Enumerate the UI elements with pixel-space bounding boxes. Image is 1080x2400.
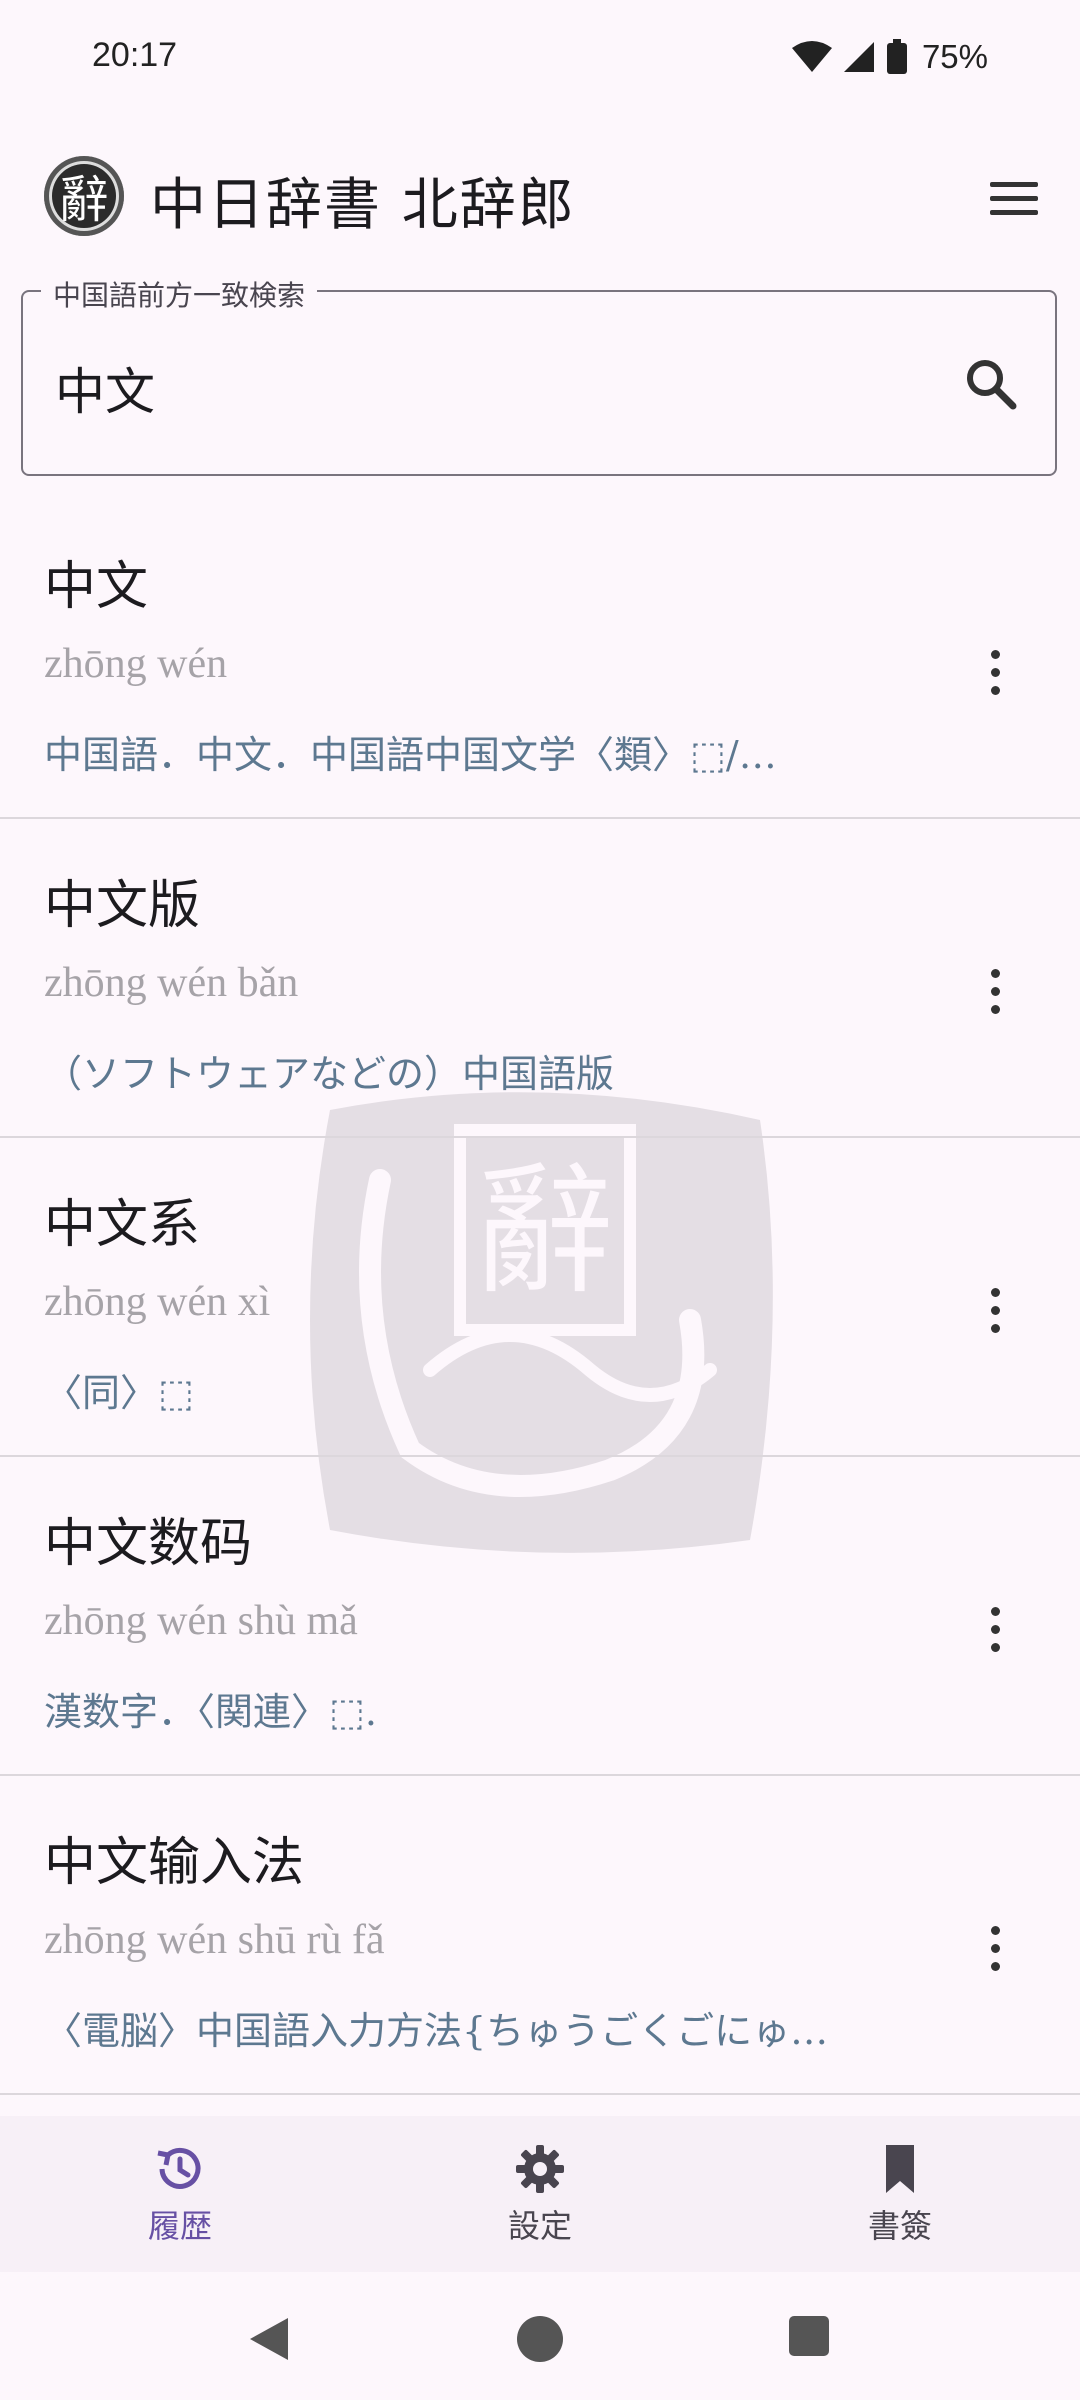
app-bar: 辭 中日辞書 北辞郎: [0, 130, 1080, 260]
cellular-signal-icon: [843, 42, 874, 72]
result-definition: 〈電脳〉中国語入力方法{ちゅうごくごにゅ…: [44, 2009, 829, 2053]
result-item[interactable]: 中文系 zhōng wén xì 〈同〉⬚: [0, 1138, 1080, 1457]
result-word: 中文输入法: [44, 1833, 305, 1893]
hamburger-menu-button[interactable]: [984, 168, 1044, 228]
system-navigation-bar: [0, 2272, 1080, 2400]
result-definition: 漢数字．〈関連〉⬚.: [44, 1690, 377, 1734]
app-logo: 辭: [44, 156, 124, 236]
result-item[interactable]: 中文 zhōng wén 中国語．中文．中国語中国文学〈類〉⬚/…: [0, 500, 1080, 819]
home-icon[interactable]: [515, 2314, 565, 2364]
result-item[interactable]: 中文版 zhōng wén bǎn （ソフトウェアなどの）中国語版: [0, 819, 1080, 1138]
battery-icon: [886, 39, 907, 74]
result-item[interactable]: 中文数码 zhōng wén shù mǎ 漢数字．〈関連〉⬚.: [0, 1457, 1080, 1776]
results-list: 中文 zhōng wén 中国語．中文．中国語中国文学〈類〉⬚/… 中文版 zh…: [0, 500, 1080, 2095]
result-pinyin: zhōng wén bǎn: [44, 960, 299, 1006]
history-icon: [157, 2147, 201, 2189]
menu-icon-bar: [990, 209, 1038, 215]
status-icons: 75%: [791, 38, 988, 76]
nav-settings[interactable]: 設定: [360, 2116, 720, 2272]
nav-bookmarks[interactable]: 書簽: [720, 2116, 1080, 2272]
more-options-icon[interactable]: [970, 951, 1020, 1031]
result-word: 中文系: [44, 1195, 201, 1255]
nav-history[interactable]: 履歴: [0, 2116, 360, 2272]
battery-percentage: 75%: [921, 38, 988, 75]
more-options-icon[interactable]: [970, 1908, 1020, 1988]
result-word: 中文: [44, 557, 149, 617]
result-pinyin: zhōng wén: [44, 641, 228, 687]
bookmark-icon: [886, 2145, 914, 2193]
status-time: 20:17: [92, 36, 178, 74]
search-field-label: 中国語前方一致検索: [41, 274, 318, 314]
app-title: 中日辞書 北辞郎: [150, 173, 576, 238]
back-icon[interactable]: [244, 2314, 294, 2364]
nav-settings-label: 設定: [507, 2207, 572, 2245]
more-options-icon[interactable]: [970, 1270, 1020, 1350]
result-definition: 〈同〉⬚: [44, 1371, 194, 1415]
result-word: 中文版: [44, 876, 201, 936]
result-pinyin: zhōng wén shū rù fǎ: [44, 1917, 385, 1963]
result-item[interactable]: 中文输入法 zhōng wén shū rù fǎ 〈電脳〉中国語入力方法{ちゅ…: [0, 1776, 1080, 2095]
result-word: 中文数码: [44, 1514, 253, 1574]
recents-icon[interactable]: [787, 2314, 831, 2358]
more-options-icon[interactable]: [970, 1589, 1020, 1669]
menu-icon-bar: [990, 195, 1038, 201]
result-definition: 中国語．中文．中国語中国文学〈類〉⬚/…: [44, 733, 777, 777]
nav-bookmarks-label: 書簽: [867, 2207, 932, 2245]
result-pinyin: zhōng wén xì: [44, 1279, 271, 1325]
search-input[interactable]: [55, 348, 955, 428]
search-field[interactable]: 中国語前方一致検索: [21, 274, 1057, 476]
gear-icon: [516, 2145, 564, 2193]
menu-icon-bar: [990, 181, 1038, 187]
status-bar: 20:17 75%: [0, 0, 1080, 120]
wifi-icon: [791, 41, 832, 72]
more-options-icon[interactable]: [970, 632, 1020, 712]
search-icon[interactable]: [959, 352, 1023, 416]
bottom-navigation: 履歴 設定 書簽: [0, 2116, 1080, 2272]
result-definition: （ソフトウェアなどの）中国語版: [44, 1052, 615, 1096]
nav-history-label: 履歴: [147, 2207, 212, 2245]
result-pinyin: zhōng wén shù mǎ: [44, 1598, 358, 1644]
